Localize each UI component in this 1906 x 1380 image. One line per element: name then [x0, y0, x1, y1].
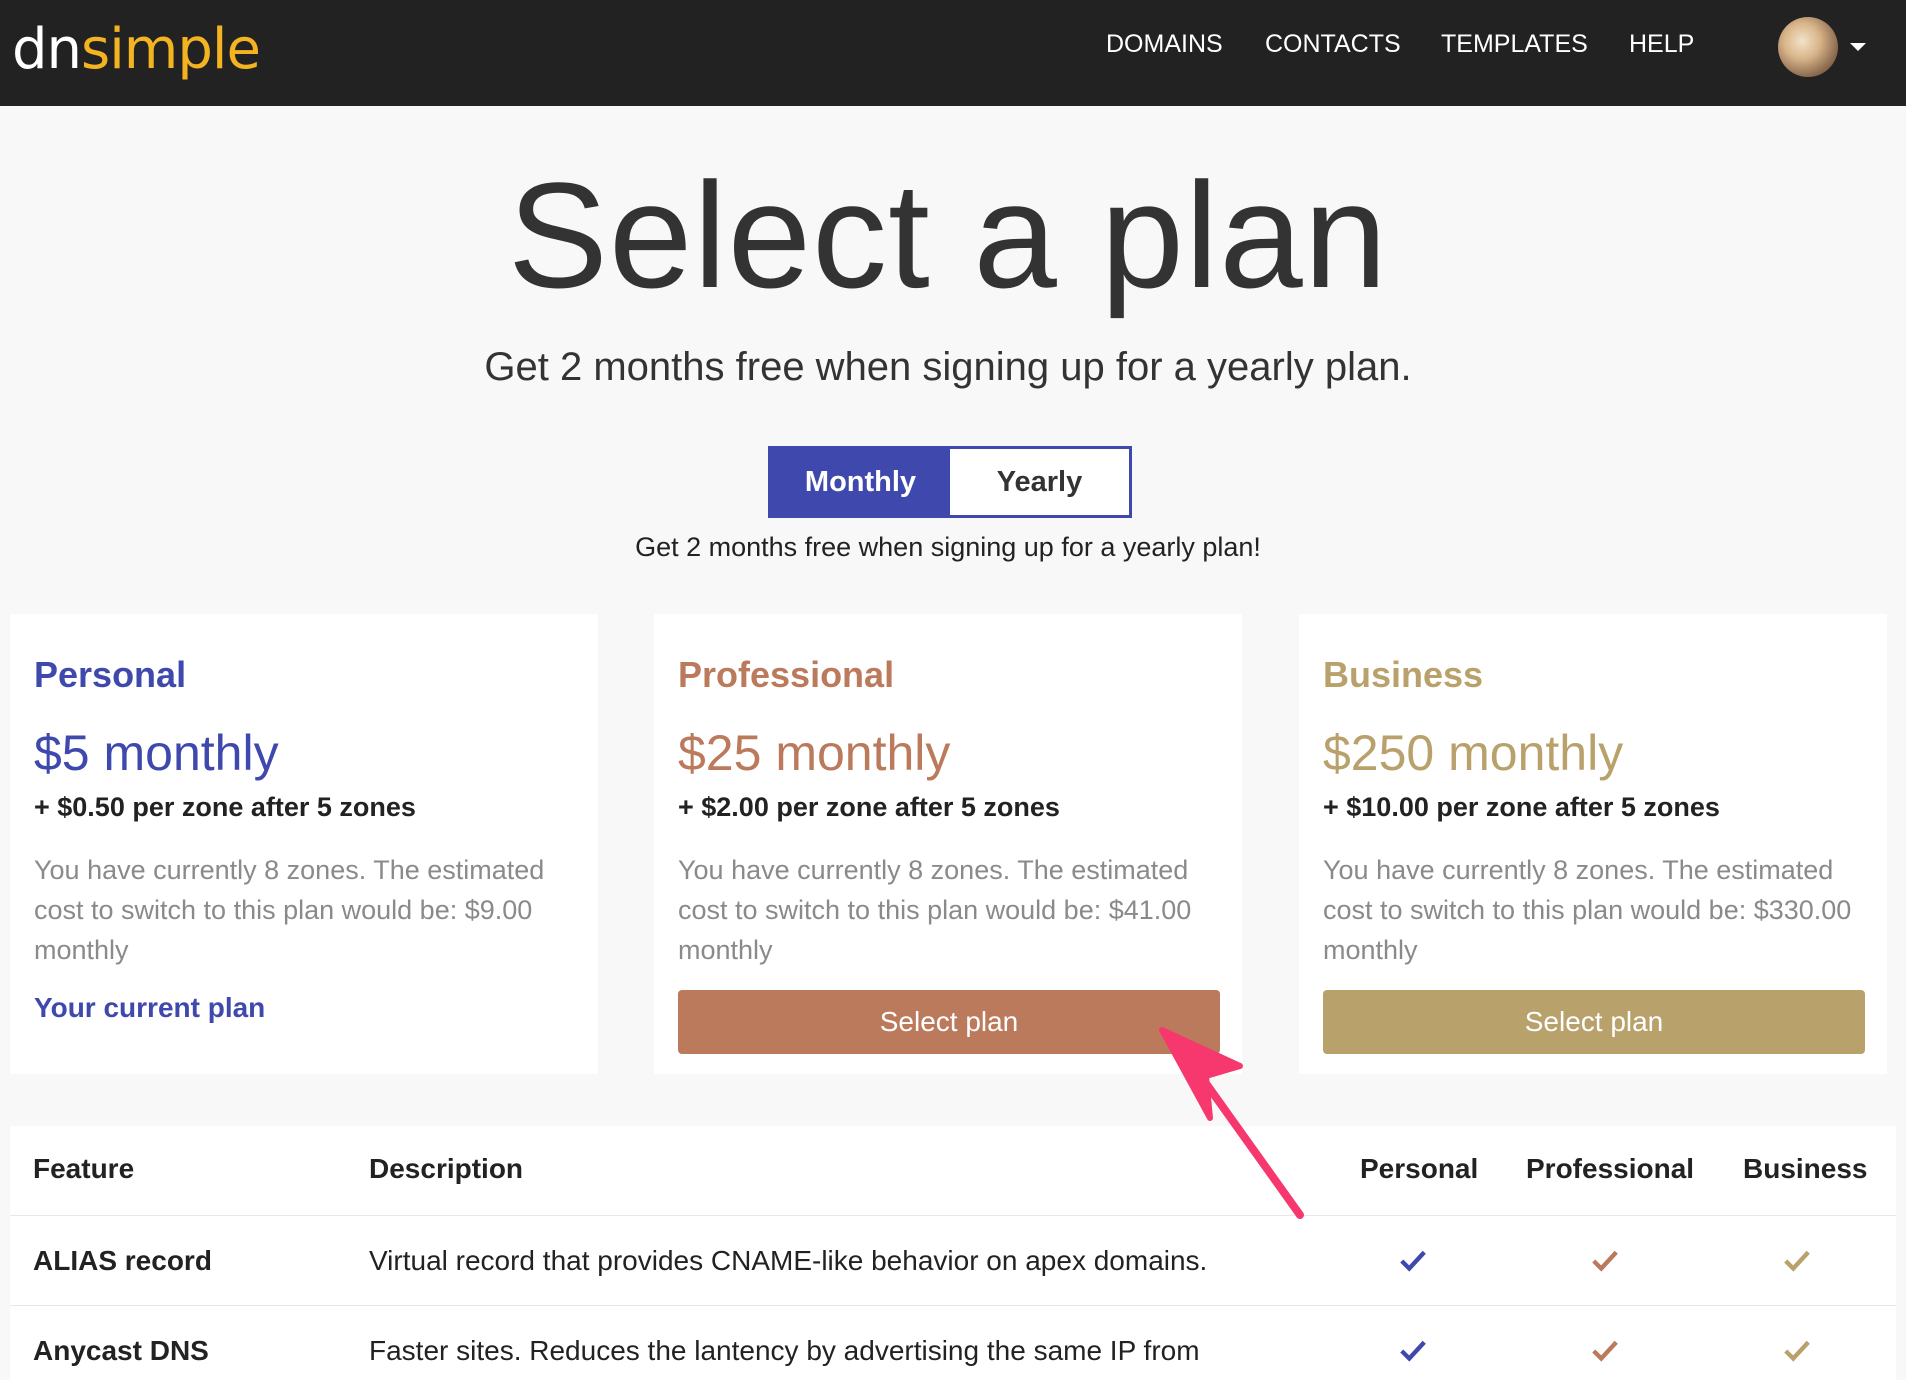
monthly-toggle-button[interactable]: Monthly [771, 449, 950, 515]
plan-card-business: Business $250 monthly + $10.00 per zone … [1299, 614, 1887, 1074]
user-avatar[interactable] [1778, 17, 1838, 77]
plan-price: $25 monthly [678, 725, 951, 781]
current-plan-label: Your current plan [34, 992, 266, 1023]
plan-price: $250 monthly [1323, 725, 1624, 781]
select-plan-button-business[interactable]: Select plan [1323, 990, 1865, 1054]
top-navbar: dnsimple DOMAINS CONTACTS TEMPLATES HELP [0, 0, 1906, 106]
annotation-arrow-icon [1159, 1027, 1304, 1219]
check-icon [1592, 1250, 1618, 1272]
plan-name: Professional [678, 654, 895, 695]
nav-domains[interactable]: DOMAINS [1106, 30, 1223, 59]
toggle-note: Get 2 months free when signing up for a … [635, 532, 1261, 562]
feature-description: Virtual record that provides CNAME-like … [369, 1245, 1208, 1276]
plan-estimate: You have currently 8 zones. The estimate… [1323, 855, 1852, 965]
plan-zone-pricing: + $2.00 per zone after 5 zones [678, 792, 1060, 822]
header-description: Description [369, 1153, 524, 1184]
dnsimple-logo[interactable]: dnsimple [12, 14, 261, 86]
feature-description: Faster sites. Reduces the lantency by ad… [369, 1335, 1200, 1366]
plan-zone-pricing: + $0.50 per zone after 5 zones [34, 792, 416, 822]
plan-card-personal: Personal $5 monthly + $0.50 per zone aft… [10, 614, 598, 1074]
caret-down-icon[interactable] [1850, 43, 1866, 51]
check-icon [1592, 1340, 1618, 1362]
feature-name: ALIAS record [33, 1245, 212, 1276]
check-icon [1400, 1250, 1426, 1272]
feature-name: Anycast DNS [33, 1335, 209, 1366]
billing-period-toggle: Monthly Yearly [768, 446, 1132, 518]
table-row: ALIAS record Virtual record that provide… [10, 1216, 1896, 1306]
plan-name: Business [1323, 654, 1484, 695]
yearly-toggle-button[interactable]: Yearly [950, 449, 1129, 515]
feature-table: Feature Description Personal Professiona… [10, 1126, 1896, 1380]
page-subtitle: Get 2 months free when signing up for a … [484, 345, 1412, 389]
plan-price: $5 monthly [34, 725, 279, 781]
select-plan-button-professional[interactable]: Select plan [678, 990, 1220, 1054]
plan-estimate: You have currently 8 zones. The estimate… [678, 855, 1192, 965]
header-business: Business [1743, 1153, 1868, 1184]
header-personal: Personal [1360, 1153, 1479, 1184]
check-icon [1784, 1250, 1810, 1272]
check-icon [1400, 1340, 1426, 1362]
table-row: Anycast DNS Faster sites. Reduces the la… [10, 1306, 1896, 1380]
plan-estimate: You have currently 8 zones. The estimate… [34, 855, 545, 965]
nav-templates[interactable]: TEMPLATES [1441, 30, 1588, 59]
plan-zone-pricing: + $10.00 per zone after 5 zones [1323, 792, 1720, 822]
nav-help[interactable]: HELP [1629, 30, 1694, 59]
plan-card-professional: Professional $25 monthly + $2.00 per zon… [654, 614, 1242, 1074]
plan-name: Personal [34, 654, 187, 695]
table-header-row: Feature Description Personal Professiona… [10, 1126, 1896, 1216]
check-icon [1784, 1340, 1810, 1362]
header-professional: Professional [1526, 1153, 1695, 1184]
header-feature: Feature [33, 1153, 135, 1184]
page-title: Select a plan [507, 151, 1389, 319]
nav-contacts[interactable]: CONTACTS [1265, 30, 1401, 59]
